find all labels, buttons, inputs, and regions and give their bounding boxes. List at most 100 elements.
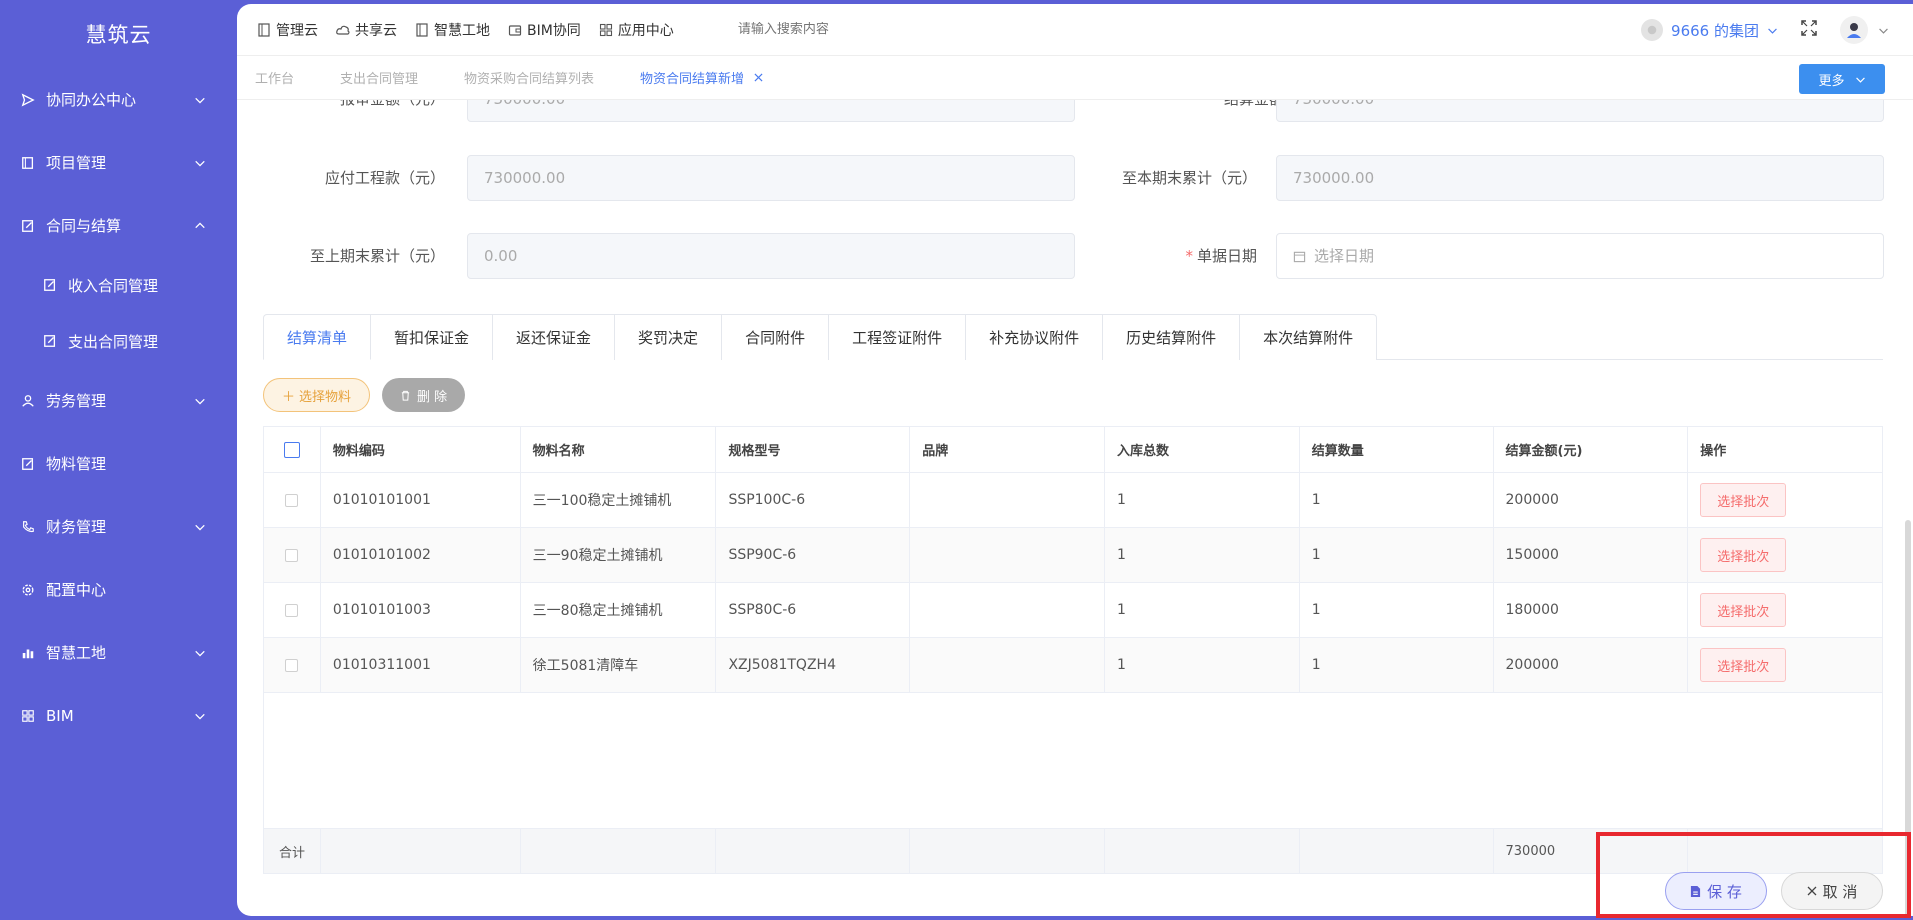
topnav-smart-site[interactable]: 智慧工地	[415, 20, 490, 40]
sidebar-item-bim[interactable]: BIM	[0, 684, 237, 747]
tab-returned-deposit[interactable]: 返还保证金	[493, 314, 616, 360]
chevron-down-icon	[193, 156, 207, 170]
sidebar-item-config[interactable]: 配置中心	[0, 558, 237, 621]
user-menu[interactable]	[1840, 16, 1889, 44]
sidebar-item-office[interactable]: 协同办公中心	[0, 68, 237, 131]
sidebar-item-material[interactable]: 物料管理	[0, 432, 237, 495]
chevron-down-icon	[1855, 77, 1865, 83]
col-code: 物料编码	[321, 427, 521, 472]
search-input[interactable]	[737, 22, 1038, 37]
scrollbar[interactable]	[1905, 520, 1911, 916]
sidebar-subitem-income-contract[interactable]: 收入合同管理	[0, 257, 237, 313]
table-row: 01010101002 三一90稳定土摊铺机 SSP90C-6 1 1 1500…	[264, 528, 1882, 583]
topnav-management-cloud[interactable]: 管理云	[257, 20, 318, 40]
topnav-bim[interactable]: BIM协同	[508, 20, 581, 40]
settlement-amount-field[interactable]: 730000.00	[1276, 100, 1884, 122]
save-button[interactable]: 保 存	[1665, 872, 1767, 910]
close-icon[interactable]	[754, 73, 763, 82]
sidebar-item-contract[interactable]: 合同与结算	[0, 194, 237, 257]
tab-reward-penalty[interactable]: 奖罚决定	[615, 314, 723, 360]
sidebar-item-project[interactable]: 项目管理	[0, 131, 237, 194]
top-nav: 管理云 共享云 智慧工地 BIM协同 应用中心	[257, 20, 674, 40]
select-batch-button[interactable]: 选择批次	[1700, 483, 1787, 517]
delete-button[interactable]: 删 除	[382, 378, 466, 412]
table-row: 01010311001 徐工5081清障车 XZJ5081TQZH4 1 1 2…	[264, 638, 1882, 693]
tab-contract-attachment[interactable]: 合同附件	[722, 314, 830, 360]
close-icon	[1807, 886, 1817, 896]
row-checkbox[interactable]	[285, 603, 299, 617]
more-button[interactable]: 更多	[1799, 64, 1885, 94]
table-row: 01010101001 三一100稳定土摊铺机 SSP100C-6 1 1 20…	[264, 473, 1882, 528]
form-row: 至上期末累计（元） 0.00 * 单据日期 选择日期	[237, 233, 1913, 279]
tab-supplement-attachment[interactable]: 补充协议附件	[966, 314, 1104, 360]
send-icon	[20, 92, 36, 108]
table-actions: ＋选择物料 删 除	[263, 378, 466, 412]
col-stock: 入库总数	[1105, 427, 1300, 472]
document-icon	[258, 22, 270, 37]
topnav-app-center[interactable]: 应用中心	[599, 20, 674, 40]
save-file-icon	[1691, 885, 1701, 897]
fullscreen-icon[interactable]	[1800, 19, 1818, 41]
org-switcher[interactable]: 9666 的集团	[1641, 19, 1778, 41]
chevron-down-icon	[193, 709, 207, 723]
tab-visa-attachment[interactable]: 工程签证附件	[829, 314, 967, 360]
tab-workbench[interactable]: 工作台	[255, 68, 294, 87]
table-empty-area	[264, 693, 1882, 829]
top-navbar: 管理云 共享云 智慧工地 BIM协同 应用中心 9666 的集团	[237, 4, 1913, 56]
chevron-down-icon	[193, 394, 207, 408]
sidebar-item-finance[interactable]: 财务管理	[0, 495, 237, 558]
avatar	[1840, 16, 1868, 44]
chevron-down-icon	[1768, 28, 1777, 34]
chevron-up-icon	[193, 219, 207, 233]
tab-history-attachment[interactable]: 历史结算附件	[1103, 314, 1241, 360]
topnav-share-cloud[interactable]: 共享云	[336, 20, 397, 40]
select-batch-button[interactable]: 选择批次	[1700, 593, 1787, 627]
payable-amount-field[interactable]: 730000.00	[467, 155, 1075, 201]
bar-chart-icon	[20, 645, 36, 661]
row-checkbox[interactable]	[285, 493, 299, 507]
sidebar-subitem-expense-contract[interactable]: 支出合同管理	[0, 313, 237, 369]
form-row: 应付工程款（元） 730000.00 至本期末累计（元） 730000.00	[237, 155, 1913, 201]
footer-total-label: 合计	[264, 829, 321, 873]
table-header: 物料编码 物料名称 规格型号 品牌 入库总数 结算数量 结算金额(元) 操作	[264, 427, 1882, 473]
select-batch-button[interactable]: 选择批次	[1700, 648, 1787, 682]
row-checkbox[interactable]	[285, 658, 299, 672]
required-asterisk: *	[1185, 247, 1193, 265]
main-panel: 管理云 共享云 智慧工地 BIM协同 应用中心 9666 的集团 工作台 支出合…	[237, 4, 1913, 916]
topbar-right: 9666 的集团	[1641, 16, 1889, 44]
tab-current-attachment[interactable]: 本次结算附件	[1240, 314, 1378, 360]
row-checkbox[interactable]	[285, 548, 299, 562]
select-all-checkbox[interactable]	[283, 441, 300, 458]
edit-icon	[42, 277, 58, 293]
page-tabs: 工作台 支出合同管理 物资采购合同结算列表 物资合同结算新增 更多	[237, 56, 1913, 100]
footer-total-amount: 730000	[1494, 829, 1689, 873]
sidebar: 慧筑云 协同办公中心 项目管理 合同与结算 收入合同管理 支出合同管理 劳务管理…	[0, 0, 237, 920]
worker-icon	[20, 393, 36, 409]
tab-settlement-list-detail[interactable]: 结算清单	[263, 314, 372, 360]
col-name: 物料名称	[521, 427, 717, 472]
tab-expense-contract[interactable]: 支出合同管理	[340, 68, 418, 87]
sidebar-item-smart-site[interactable]: 智慧工地	[0, 621, 237, 684]
org-logo-icon	[1641, 19, 1664, 41]
select-batch-button[interactable]: 选择批次	[1700, 538, 1787, 572]
tab-withheld-deposit[interactable]: 暂扣保证金	[371, 314, 494, 360]
form-buttons: 保 存 取 消	[1665, 872, 1883, 910]
report-amount-field[interactable]: 730000.00	[467, 100, 1075, 122]
plus-icon: ＋	[282, 389, 296, 405]
trash-icon	[401, 390, 410, 401]
document-icon	[416, 22, 428, 37]
grid-icon	[599, 23, 612, 36]
tab-settlement-list[interactable]: 物资采购合同结算列表	[464, 68, 594, 87]
cancel-button[interactable]: 取 消	[1781, 872, 1883, 910]
col-amount: 结算金额(元)	[1494, 427, 1689, 472]
tab-settlement-new[interactable]: 物资合同结算新增	[640, 68, 763, 87]
select-material-button[interactable]: ＋选择物料	[263, 378, 371, 412]
detail-tabs: 结算清单 暂扣保证金 返还保证金 奖罚决定 合同附件 工程签证附件 补充协议附件…	[263, 314, 1883, 360]
edit-icon	[20, 218, 36, 234]
edit-icon	[42, 333, 58, 349]
document-date-picker[interactable]: 选择日期	[1276, 233, 1884, 279]
wallet-icon	[508, 24, 522, 36]
cumulative-previous-field[interactable]: 0.00	[467, 233, 1075, 279]
sidebar-item-labor[interactable]: 劳务管理	[0, 369, 237, 432]
cumulative-current-field[interactable]: 730000.00	[1276, 155, 1884, 201]
